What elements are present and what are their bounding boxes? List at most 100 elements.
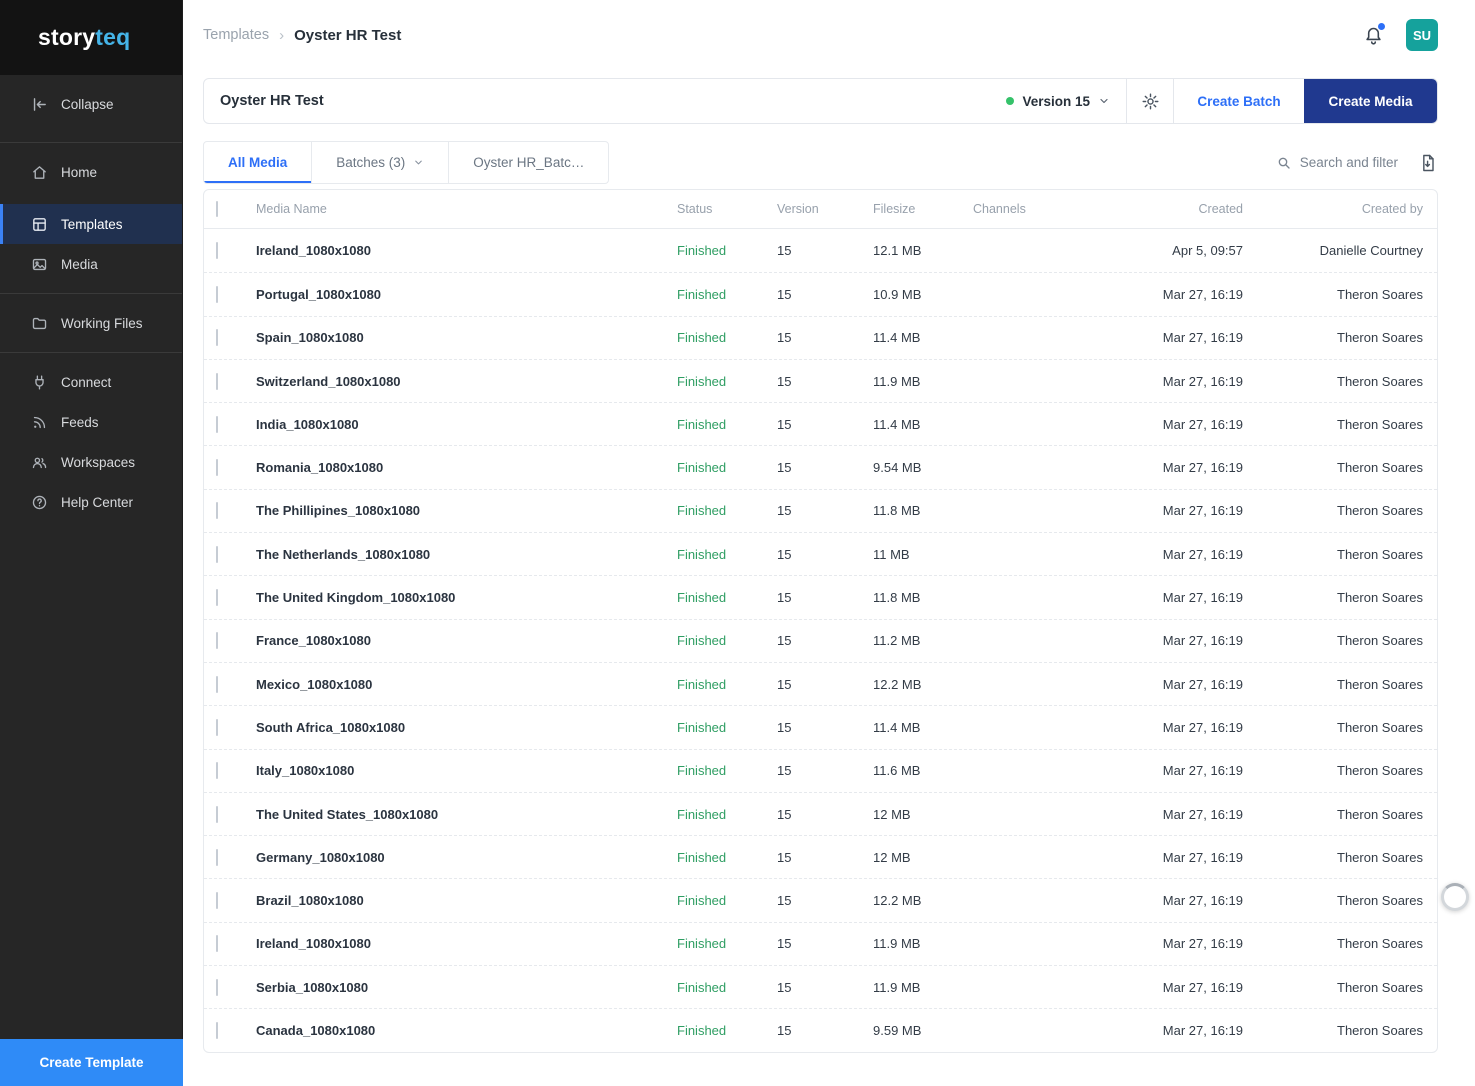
- created-by-cell: Danielle Courtney: [1243, 243, 1423, 258]
- table-row[interactable]: India_1080x1080 Finished 15 11.4 MB Mar …: [204, 402, 1437, 445]
- media-name-cell[interactable]: Ireland_1080x1080: [244, 243, 677, 258]
- table-row[interactable]: Romania_1080x1080 Finished 15 9.54 MB Ma…: [204, 445, 1437, 488]
- sidebar-item-templates[interactable]: Templates: [0, 204, 182, 244]
- create-media-button[interactable]: Create Media: [1304, 79, 1437, 123]
- sidebar-item-label: Home: [61, 165, 97, 180]
- media-name-cell[interactable]: Ireland_1080x1080: [244, 936, 677, 951]
- row-checkbox[interactable]: [216, 806, 218, 823]
- row-checkbox[interactable]: [216, 935, 218, 952]
- media-name-cell[interactable]: Spain_1080x1080: [244, 330, 677, 345]
- table-row[interactable]: Ireland_1080x1080 Finished 15 12.1 MB Ap…: [204, 229, 1437, 272]
- version-status-dot: [1006, 97, 1014, 105]
- sidebar-item-connect[interactable]: Connect: [0, 362, 182, 402]
- export-csv-button[interactable]: [1418, 153, 1438, 173]
- media-name-cell[interactable]: Romania_1080x1080: [244, 460, 677, 475]
- media-name-cell[interactable]: Canada_1080x1080: [244, 1023, 677, 1038]
- tab-label: Oyster HR_Batc…: [473, 155, 584, 170]
- media-name-cell[interactable]: The Phillipines_1080x1080: [244, 503, 677, 518]
- sidebar-item-media[interactable]: Media: [0, 244, 182, 284]
- media-name-cell[interactable]: The United States_1080x1080: [244, 807, 677, 822]
- created-cell: Mar 27, 16:19: [1093, 503, 1243, 518]
- table-row[interactable]: The Netherlands_1080x1080 Finished 15 11…: [204, 532, 1437, 575]
- row-checkbox[interactable]: [216, 1022, 218, 1039]
- table-row[interactable]: Brazil_1080x1080 Finished 15 12.2 MB Mar…: [204, 878, 1437, 921]
- table-row[interactable]: Mexico_1080x1080 Finished 15 12.2 MB Mar…: [204, 662, 1437, 705]
- sidebar-item-home[interactable]: Home: [0, 152, 182, 192]
- media-name-cell[interactable]: Portugal_1080x1080: [244, 287, 677, 302]
- template-settings-button[interactable]: [1127, 79, 1173, 123]
- media-name-cell[interactable]: Germany_1080x1080: [244, 850, 677, 865]
- status-cell: Finished: [677, 287, 777, 302]
- table-row[interactable]: Spain_1080x1080 Finished 15 11.4 MB Mar …: [204, 316, 1437, 359]
- sidebar-item-feeds[interactable]: Feeds: [0, 402, 182, 442]
- user-avatar[interactable]: SU: [1406, 19, 1438, 51]
- media-name-cell[interactable]: Brazil_1080x1080: [244, 893, 677, 908]
- row-checkbox[interactable]: [216, 502, 218, 519]
- row-checkbox[interactable]: [216, 286, 218, 303]
- media-name-cell[interactable]: India_1080x1080: [244, 417, 677, 432]
- tab-all-media[interactable]: All Media: [204, 142, 312, 183]
- created-by-cell: Theron Soares: [1243, 1023, 1423, 1038]
- row-checkbox-cell: [216, 374, 244, 389]
- media-name-cell[interactable]: South Africa_1080x1080: [244, 720, 677, 735]
- row-checkbox[interactable]: [216, 632, 218, 649]
- media-name-cell[interactable]: The United Kingdom_1080x1080: [244, 590, 677, 605]
- sidebar-item-working-files[interactable]: Working Files: [0, 303, 182, 343]
- row-checkbox[interactable]: [216, 849, 218, 866]
- tab-batches[interactable]: Batches (3): [312, 142, 449, 183]
- row-checkbox[interactable]: [216, 373, 218, 390]
- table-row[interactable]: Switzerland_1080x1080 Finished 15 11.9 M…: [204, 359, 1437, 402]
- create-template-button[interactable]: Create Template: [0, 1039, 183, 1086]
- created-cell: Mar 27, 16:19: [1093, 850, 1243, 865]
- media-name-cell[interactable]: The Netherlands_1080x1080: [244, 547, 677, 562]
- row-checkbox[interactable]: [216, 546, 218, 563]
- media-name-cell[interactable]: France_1080x1080: [244, 633, 677, 648]
- select-all-checkbox[interactable]: [216, 201, 218, 217]
- media-name-cell[interactable]: Switzerland_1080x1080: [244, 374, 677, 389]
- row-checkbox-cell: [216, 677, 244, 692]
- tab-oyster-hr-batch[interactable]: Oyster HR_Batc…: [449, 142, 608, 183]
- row-checkbox[interactable]: [216, 719, 218, 736]
- row-checkbox[interactable]: [216, 416, 218, 433]
- media-name-cell[interactable]: Serbia_1080x1080: [244, 980, 677, 995]
- media-name-cell[interactable]: Italy_1080x1080: [244, 763, 677, 778]
- row-checkbox[interactable]: [216, 459, 218, 476]
- table-row[interactable]: Germany_1080x1080 Finished 15 12 MB Mar …: [204, 835, 1437, 878]
- scroll-widget[interactable]: [1441, 883, 1469, 911]
- row-checkbox[interactable]: [216, 762, 218, 779]
- template-title: Oyster HR Test: [204, 93, 990, 109]
- created-by-cell: Theron Soares: [1243, 763, 1423, 778]
- status-cell: Finished: [677, 243, 777, 258]
- version-selector[interactable]: Version 15: [990, 79, 1126, 123]
- table-row[interactable]: Italy_1080x1080 Finished 15 11.6 MB Mar …: [204, 749, 1437, 792]
- row-checkbox[interactable]: [216, 676, 218, 693]
- media-tabs-row: All Media Batches (3) Oyster HR_Batc… Se…: [203, 141, 1438, 184]
- status-cell: Finished: [677, 720, 777, 735]
- row-checkbox[interactable]: [216, 242, 218, 259]
- table-row[interactable]: Canada_1080x1080 Finished 15 9.59 MB Mar…: [204, 1008, 1437, 1051]
- table-row[interactable]: The United Kingdom_1080x1080 Finished 15…: [204, 575, 1437, 618]
- row-checkbox[interactable]: [216, 329, 218, 346]
- templates-icon: [31, 216, 48, 233]
- breadcrumb-parent[interactable]: Templates: [203, 27, 269, 43]
- sidebar-item-workspaces[interactable]: Workspaces: [0, 442, 182, 482]
- row-checkbox[interactable]: [216, 589, 218, 606]
- row-checkbox-cell: [216, 547, 244, 562]
- table-row[interactable]: Serbia_1080x1080 Finished 15 11.9 MB Mar…: [204, 965, 1437, 1008]
- sidebar-collapse-button[interactable]: Collapse: [0, 75, 182, 133]
- search-and-filter-button[interactable]: Search and filter: [1276, 155, 1398, 171]
- table-row[interactable]: Ireland_1080x1080 Finished 15 11.9 MB Ma…: [204, 922, 1437, 965]
- sidebar-item-help-center[interactable]: Help Center: [0, 482, 182, 522]
- filesize-cell: 11.9 MB: [873, 936, 973, 951]
- table-row[interactable]: France_1080x1080 Finished 15 11.2 MB Mar…: [204, 619, 1437, 662]
- table-row[interactable]: The Phillipines_1080x1080 Finished 15 11…: [204, 489, 1437, 532]
- row-checkbox[interactable]: [216, 979, 218, 996]
- table-row[interactable]: South Africa_1080x1080 Finished 15 11.4 …: [204, 705, 1437, 748]
- row-checkbox[interactable]: [216, 892, 218, 909]
- table-row[interactable]: The United States_1080x1080 Finished 15 …: [204, 792, 1437, 835]
- column-header-version: Version: [777, 202, 873, 216]
- create-batch-button[interactable]: Create Batch: [1174, 79, 1304, 123]
- media-name-cell[interactable]: Mexico_1080x1080: [244, 677, 677, 692]
- notifications-button[interactable]: [1363, 25, 1384, 46]
- table-row[interactable]: Portugal_1080x1080 Finished 15 10.9 MB M…: [204, 272, 1437, 315]
